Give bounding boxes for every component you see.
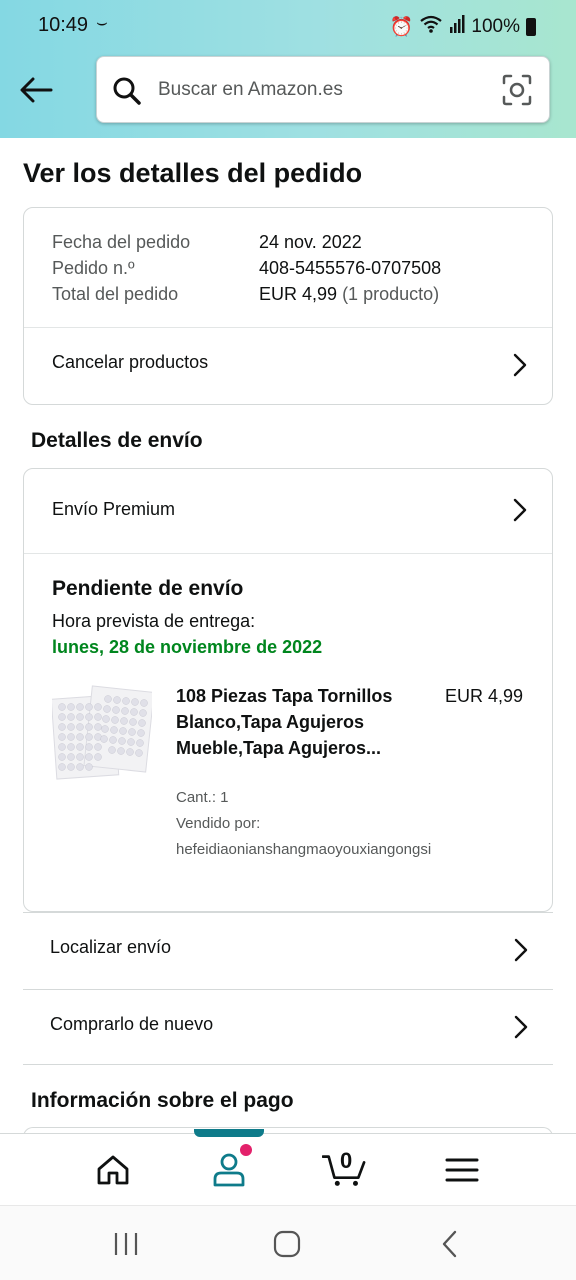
eta-date: lunes, 28 de noviembre de 2022 (52, 637, 323, 657)
recent-apps-button[interactable] (106, 1228, 146, 1260)
account-icon (213, 1153, 245, 1187)
order-summary-card: Fecha del pedido 24 nov. 2022 Pedido n.º… (23, 207, 553, 405)
order-total-value: EUR 4,99 (259, 284, 338, 304)
cancel-products-row[interactable]: Cancelar productos (24, 328, 552, 404)
order-date-label: Fecha del pedido (52, 232, 191, 252)
search-placeholder: Buscar en Amazon.es (158, 79, 343, 100)
shipping-card: Envío Premium Pendiente de envío Hora pr… (23, 468, 553, 912)
app-header: 10:49 ⌣ ⏰ 100% Buscar en Amazon.es (0, 0, 576, 138)
chevron-left-icon (442, 1230, 457, 1258)
notification-dot (240, 1144, 252, 1156)
system-back-button[interactable] (430, 1228, 470, 1260)
menu-icon (445, 1158, 479, 1182)
status-time: 10:49 (38, 14, 89, 36)
status-icons: ⏰ 100% (390, 14, 536, 40)
signal-icon (449, 15, 465, 39)
nav-home[interactable] (91, 1148, 135, 1192)
cart-count: 0 (340, 1148, 353, 1173)
shipment-status: Pendiente de envío (52, 577, 244, 600)
system-nav-bar (0, 1205, 576, 1280)
buy-again-label: Comprarlo de nuevo (50, 1014, 214, 1034)
active-tab-indicator (194, 1129, 264, 1137)
buy-again-row[interactable]: Comprarlo de nuevo (23, 989, 553, 1065)
sold-by-label: Vendido por: (176, 815, 261, 832)
order-total-note: (1 producto) (342, 284, 440, 304)
order-number-value: 408-5455576-0707508 (259, 258, 442, 278)
order-number-label: Pedido n.º (52, 258, 135, 278)
product-price: EUR 4,99 (445, 686, 524, 706)
arrow-left-icon (20, 77, 53, 103)
order-date-value: 24 nov. 2022 (259, 232, 362, 252)
home-circle-icon (273, 1230, 301, 1258)
product-quantity: Cant.: 1 (176, 789, 229, 806)
product-image[interactable] (50, 685, 155, 785)
chevron-right-icon (514, 938, 528, 962)
search-icon (111, 75, 143, 112)
recent-apps-icon (114, 1233, 138, 1255)
status-bar: 10:49 ⌣ ⏰ 100% (0, 0, 576, 52)
order-total-value-group: EUR 4,99 (1 producto) (259, 281, 439, 307)
page-title: Ver los detalles del pedido (23, 158, 363, 188)
order-total-label: Total del pedido (52, 284, 179, 304)
home-icon (97, 1155, 129, 1185)
product-title-link[interactable]: 108 Piezas Tapa Tornillos Blanco,Tapa Ag… (176, 683, 416, 761)
cancel-products-label: Cancelar productos (52, 352, 209, 372)
wifi-icon (419, 14, 443, 40)
chevron-right-icon (513, 353, 527, 377)
back-button[interactable] (14, 70, 58, 110)
shipping-section-title: Detalles de envío (31, 429, 203, 452)
divider (23, 1064, 553, 1065)
premium-shipping-row[interactable]: Envío Premium (24, 469, 552, 553)
battery-icon (526, 18, 536, 36)
track-shipment-row[interactable]: Localizar envío (23, 912, 553, 988)
search-input[interactable]: Buscar en Amazon.es (96, 56, 550, 123)
track-shipment-label: Localizar envío (50, 937, 172, 957)
divider (24, 553, 552, 554)
seller-name[interactable]: hefeidiaonianshangmaoyouxiangongsi (176, 841, 431, 858)
camera-search-icon[interactable] (501, 73, 533, 112)
nav-menu[interactable] (440, 1148, 484, 1192)
chevron-right-icon (514, 1015, 528, 1039)
battery-percent: 100% (471, 16, 520, 37)
premium-shipping-label: Envío Premium (52, 499, 176, 519)
payment-section-title: Información sobre el pago (31, 1089, 294, 1112)
alarm-icon: ⏰ (389, 17, 414, 38)
home-button[interactable] (267, 1228, 307, 1260)
chevron-right-icon (513, 498, 527, 522)
eta-label: Hora prevista de entrega: (52, 611, 256, 631)
bottom-nav: 0 (0, 1129, 576, 1205)
sms-icon: ⌣ (96, 12, 108, 32)
